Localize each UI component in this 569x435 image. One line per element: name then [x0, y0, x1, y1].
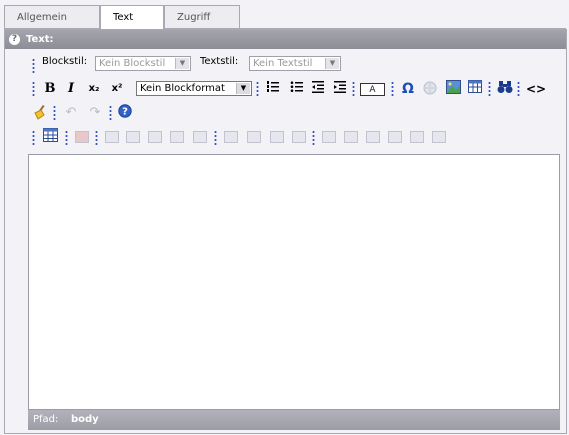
image-icon[interactable]	[444, 80, 462, 98]
insert-cell-after-icon[interactable]	[364, 128, 382, 146]
toolbar-grip[interactable]	[109, 105, 112, 121]
tab-allgemein[interactable]: Allgemein	[4, 5, 100, 28]
special-char-icon[interactable]: Ω	[399, 80, 417, 98]
toolbar-grip[interactable]	[32, 130, 35, 146]
toolbar-grip[interactable]	[488, 81, 491, 97]
merge-cells-icon[interactable]	[430, 128, 448, 146]
textstil-label: Textstil:	[200, 56, 239, 67]
help-icon[interactable]: ?	[9, 34, 20, 45]
bold-button[interactable]: B	[41, 80, 59, 98]
toolbar-grip[interactable]	[352, 81, 355, 97]
toolbar-grip[interactable]	[32, 58, 35, 74]
tab-zugriff[interactable]: Zugriff	[164, 5, 240, 28]
toolbar-grip[interactable]	[256, 81, 259, 97]
svg-text:?: ?	[122, 107, 128, 118]
split-row-icon[interactable]	[191, 128, 209, 146]
toolbar-grip[interactable]	[517, 81, 520, 97]
path-label: Pfad:	[33, 414, 59, 425]
delete-row-icon[interactable]	[168, 128, 186, 146]
ordered-list-icon[interactable]	[264, 80, 282, 98]
insert-column-after-icon[interactable]	[268, 128, 286, 146]
tab-bar: Allgemein Text Zugriff	[4, 5, 564, 29]
toolbar-grip[interactable]	[53, 105, 56, 121]
insert-row-after-icon[interactable]	[146, 128, 164, 146]
cell-properties-icon[interactable]	[320, 128, 338, 146]
row-properties-icon[interactable]	[103, 128, 121, 146]
blockstil-label: Blockstil:	[42, 56, 88, 67]
toolbar-grip[interactable]	[95, 130, 98, 146]
binoculars-icon[interactable]	[496, 80, 514, 98]
undo-icon[interactable]: ↶	[62, 104, 80, 122]
outdent-icon[interactable]	[309, 80, 327, 98]
chevron-down-icon: ▼	[325, 58, 339, 69]
column-properties-icon[interactable]	[222, 128, 240, 146]
insert-cell-before-icon[interactable]	[342, 128, 360, 146]
subscript-button[interactable]: x₂	[85, 80, 103, 98]
status-bar: Pfad: body	[28, 410, 560, 430]
indent-icon[interactable]	[331, 80, 349, 98]
toolbar-grip[interactable]	[391, 81, 394, 97]
insert-row-before-icon[interactable]	[124, 128, 142, 146]
text-color-button[interactable]: A	[360, 83, 385, 96]
toolbar-grip[interactable]	[312, 130, 315, 146]
delete-column-icon[interactable]	[290, 128, 308, 146]
broom-cleanup-icon[interactable]	[32, 104, 50, 122]
blockformat-select[interactable]: Kein Blockformat ▼	[136, 81, 252, 96]
help-circle-icon[interactable]: ?	[116, 104, 134, 122]
chevron-down-icon: ▼	[236, 83, 250, 94]
globe-link-icon[interactable]	[421, 80, 439, 98]
table-icon[interactable]	[466, 80, 484, 98]
panel-title: Text:	[26, 34, 54, 45]
table-properties-icon[interactable]	[73, 128, 91, 146]
italic-button[interactable]: I	[62, 80, 80, 98]
tab-text[interactable]: Text	[100, 5, 164, 29]
superscript-button[interactable]: x²	[108, 80, 126, 98]
insert-table-icon[interactable]	[41, 128, 59, 146]
insert-column-before-icon[interactable]	[245, 128, 263, 146]
panel-header: ? Text:	[5, 30, 566, 49]
redo-icon[interactable]: ↷	[86, 104, 104, 122]
toolbar-grip[interactable]	[214, 130, 217, 146]
textstil-select[interactable]: Kein Textstil ▼	[249, 56, 341, 71]
toolbar-grip[interactable]	[65, 130, 68, 146]
blockstil-select[interactable]: Kein Blockstil ▼	[95, 56, 191, 71]
toolbar-grip[interactable]	[32, 81, 35, 97]
path-value[interactable]: body	[71, 410, 99, 430]
delete-cell-icon[interactable]	[386, 128, 404, 146]
chevron-down-icon: ▼	[175, 58, 189, 69]
unordered-list-icon[interactable]	[288, 80, 306, 98]
split-cell-icon[interactable]	[408, 128, 426, 146]
editor-area[interactable]	[28, 154, 560, 410]
text-panel: ? Text: Blockstil: Kein Blockstil ▼ Text…	[4, 29, 567, 434]
source-code-button[interactable]: <>	[526, 80, 546, 98]
